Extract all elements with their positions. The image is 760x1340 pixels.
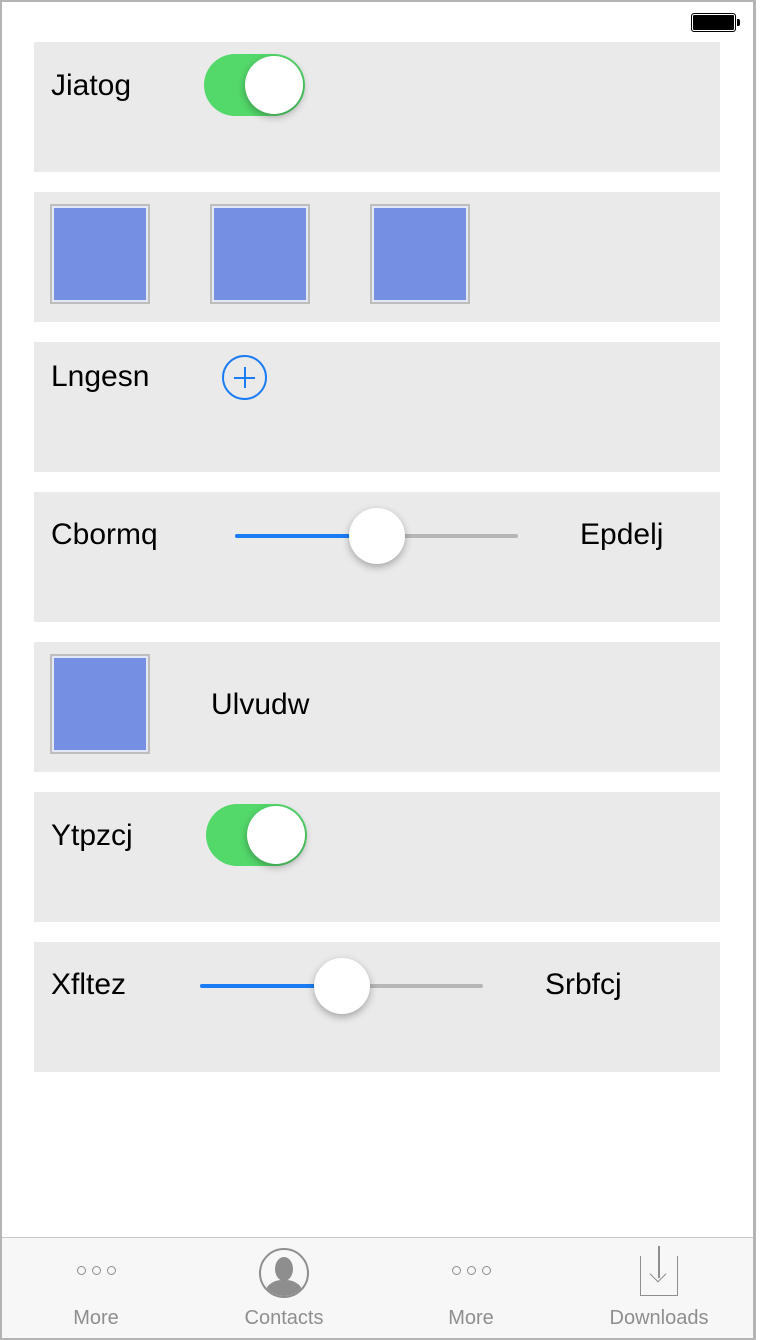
row-label: Ytpzcj (51, 819, 133, 852)
row-xfltez: Xfltez Srbfcj (34, 942, 720, 1072)
slider-max-label: Srbfcj (545, 968, 622, 1001)
tab-contacts[interactable]: Contacts (190, 1238, 378, 1338)
slider-thumb[interactable] (313, 958, 370, 1014)
battery-icon (691, 13, 740, 32)
ytpzcj-toggle[interactable] (206, 804, 307, 866)
tab-bar: More Contacts More Downloads (2, 1237, 753, 1338)
add-icon[interactable] (222, 355, 267, 400)
row-cbormq: Cbormq Epdelj (34, 492, 720, 622)
tab-label: Downloads (609, 1307, 709, 1329)
image-thumbnail[interactable] (210, 204, 310, 304)
row-label: Lngesn (51, 360, 150, 393)
cbormq-slider[interactable] (235, 508, 518, 564)
tab-label: More (73, 1307, 119, 1329)
tab-label: More (448, 1307, 494, 1329)
image-thumbnail[interactable] (370, 204, 470, 304)
tab-more-2[interactable]: More (377, 1238, 565, 1338)
row-lngesn: Lngesn (34, 342, 720, 472)
jiatog-toggle[interactable] (204, 54, 305, 116)
row-label: Ulvudw (211, 688, 310, 721)
row-ytpzcj: Ytpzcj (34, 792, 720, 922)
image-thumbnail[interactable] (50, 654, 150, 754)
row-label: Cbormq (51, 518, 158, 551)
more-icon (2, 1266, 190, 1275)
tab-label: Contacts (244, 1307, 324, 1329)
row-jiatog: Jiatog (34, 42, 720, 172)
image-thumbnail[interactable] (50, 204, 150, 304)
row-label: Jiatog (51, 69, 132, 102)
slider-thumb[interactable] (348, 508, 405, 564)
contact-icon (259, 1248, 309, 1298)
row-ulvudw: Ulvudw (34, 642, 720, 772)
more-icon (377, 1266, 565, 1275)
tab-more-1[interactable]: More (2, 1238, 190, 1338)
xfltez-slider[interactable] (200, 958, 483, 1014)
download-icon (640, 1246, 678, 1296)
row-images (34, 192, 720, 322)
row-label: Xfltez (51, 968, 127, 1001)
slider-max-label: Epdelj (580, 518, 664, 551)
tab-downloads[interactable]: Downloads (565, 1238, 753, 1338)
